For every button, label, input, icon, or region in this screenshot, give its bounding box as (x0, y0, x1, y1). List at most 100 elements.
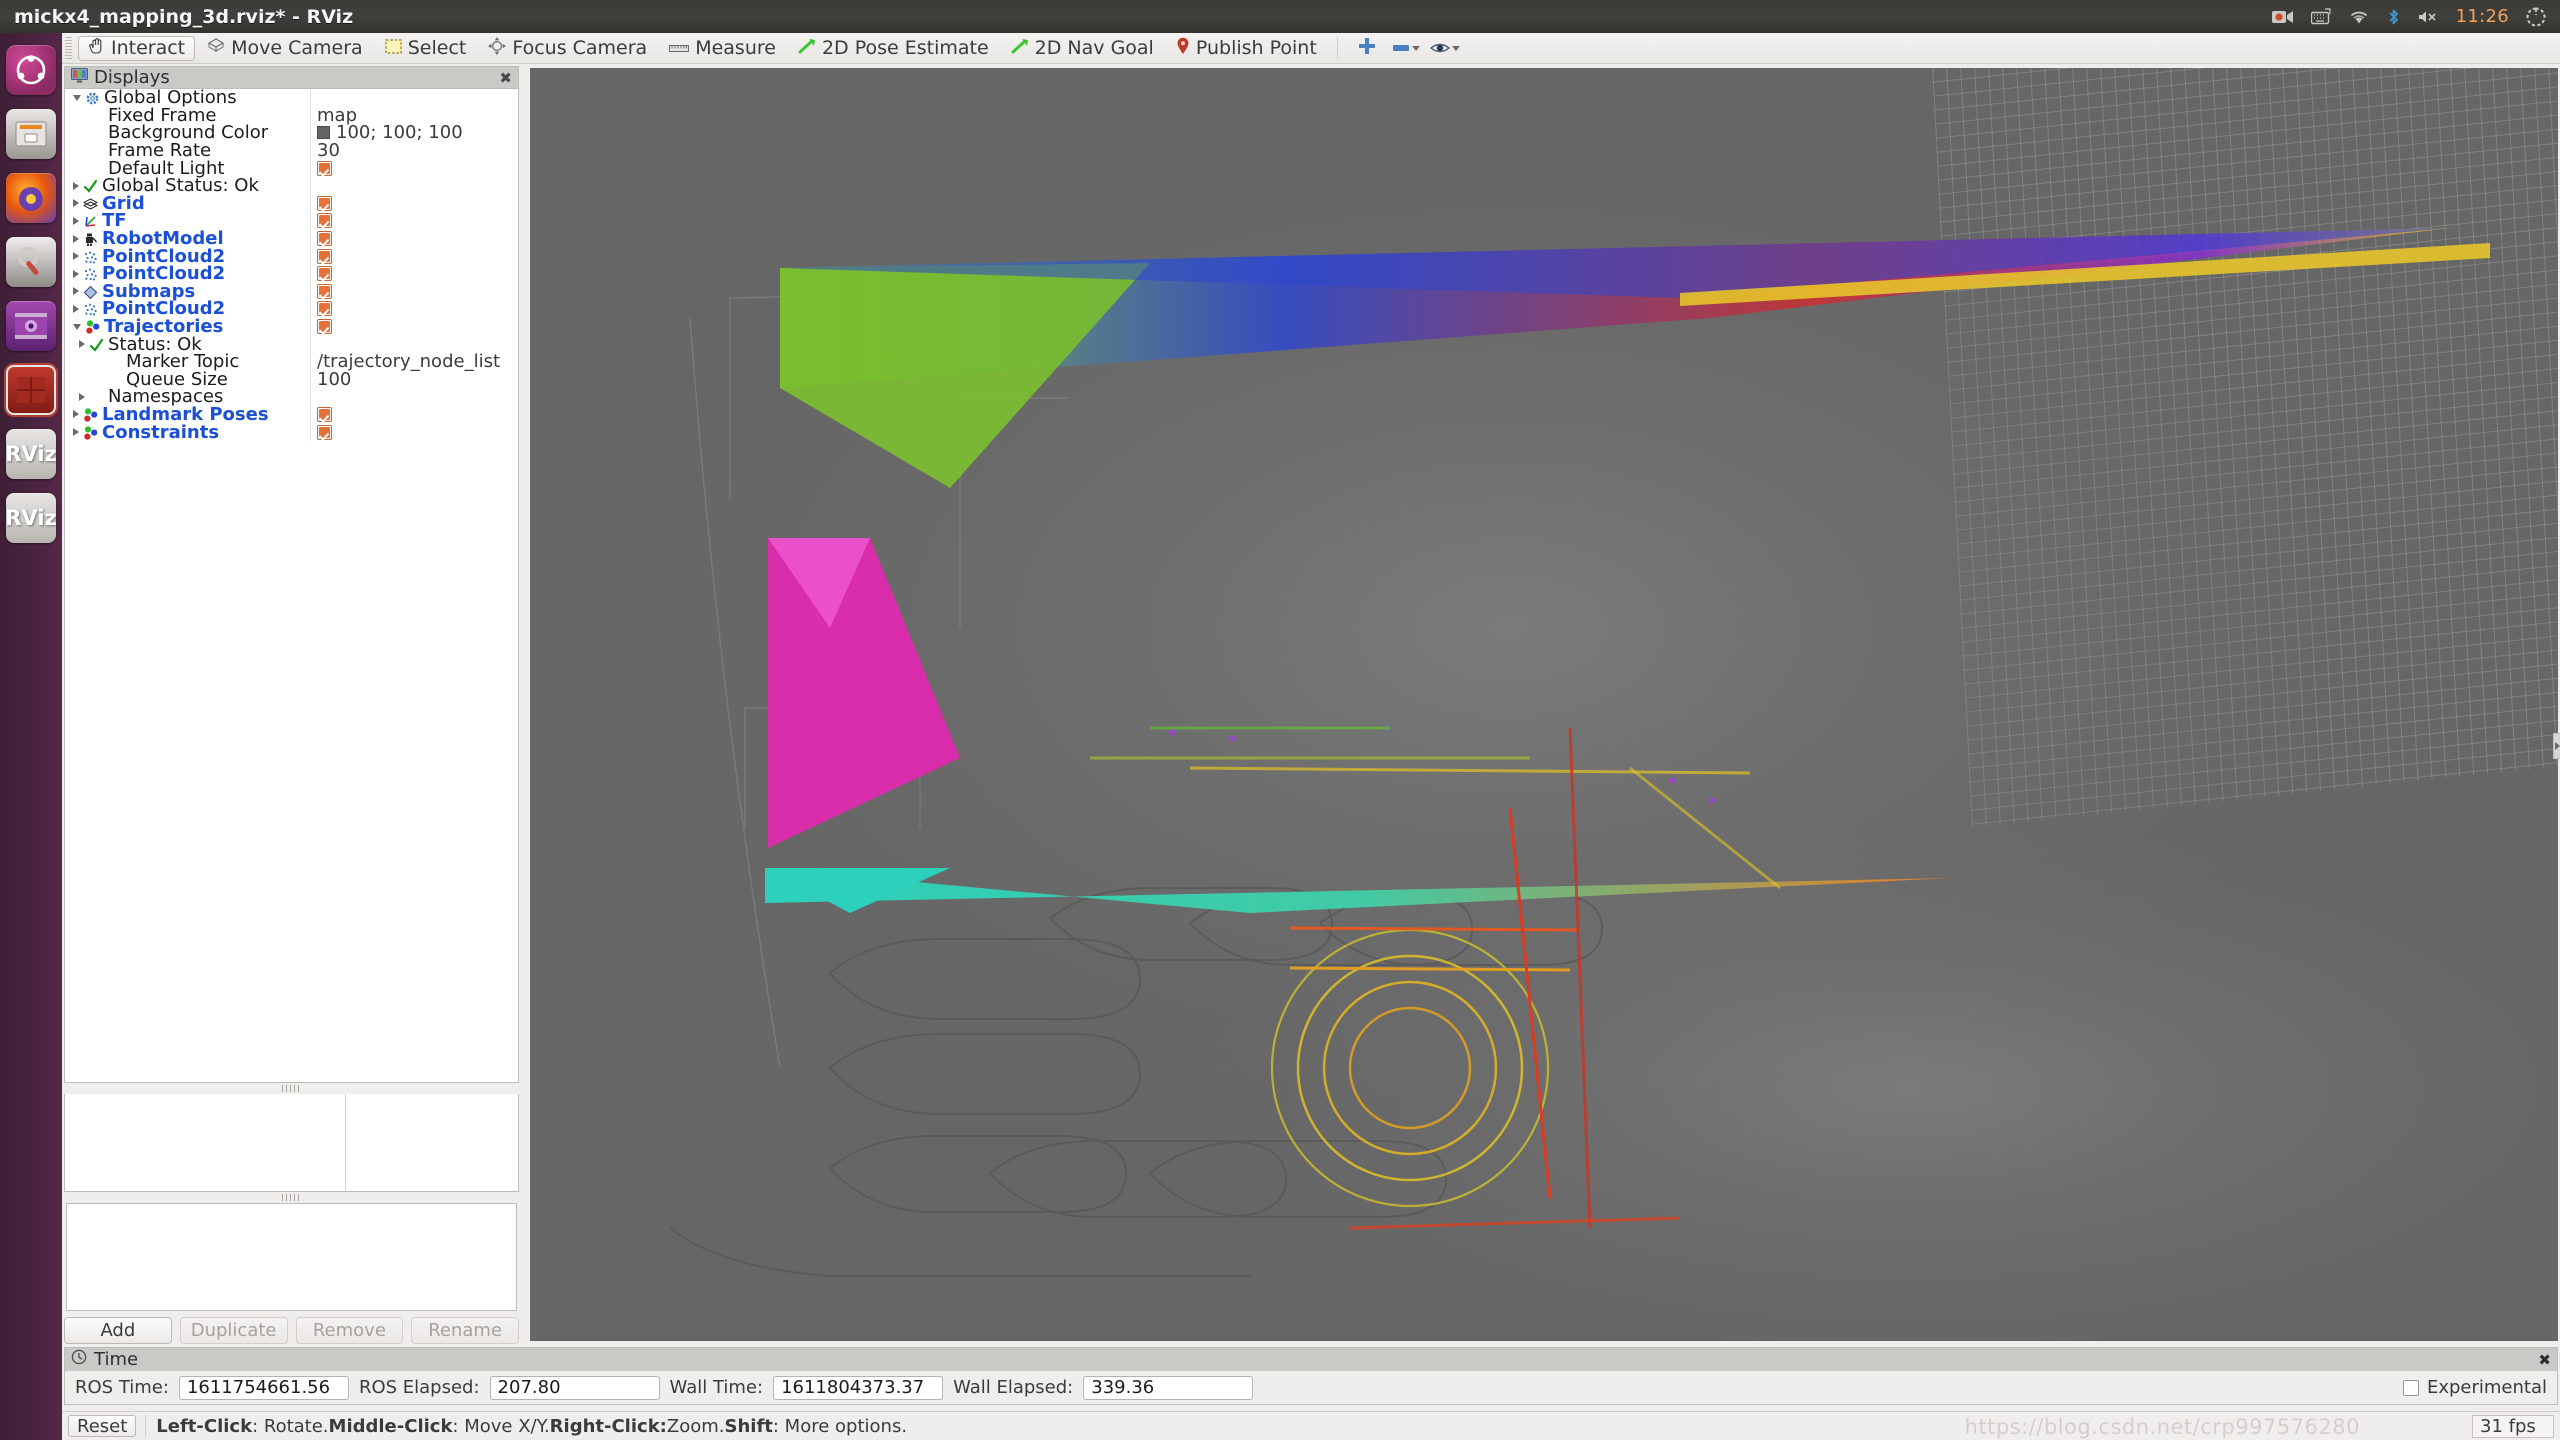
enabled-checkbox[interactable] (317, 319, 332, 335)
tree-row-value[interactable] (310, 405, 518, 424)
wall-time-field[interactable]: 1611804373.37 (773, 1375, 944, 1400)
tree-row-value[interactable] (310, 423, 518, 441)
enabled-checkbox[interactable] (317, 231, 332, 247)
visibility-eye-icon[interactable] (1426, 41, 1464, 55)
chevron-right-icon[interactable] (73, 287, 79, 296)
tree-row-value[interactable]: 30 (310, 140, 518, 161)
hint-part: : Move X/Y. (452, 1415, 550, 1437)
toolbar-drag-handle[interactable] (64, 37, 73, 59)
tool-2d-pose-estimate[interactable]: 2D Pose Estimate (788, 36, 999, 61)
ros-time-field[interactable]: 1611754661.56 (178, 1375, 349, 1400)
displays-tree[interactable]: Global Options Fixed Frame map Background C… (64, 88, 519, 1083)
enabled-checkbox[interactable] (317, 248, 332, 264)
tree-row-label: Constraints (102, 421, 220, 443)
viewport-right-collapse-handle[interactable] (2553, 733, 2560, 759)
wifi-icon[interactable] (2348, 9, 2370, 25)
tree-row-value[interactable] (310, 247, 518, 265)
enabled-checkbox[interactable] (317, 406, 332, 422)
hand-cursor-icon (88, 37, 105, 59)
screen-record-icon[interactable] (2271, 9, 2294, 25)
duplicate-button[interactable]: Duplicate (179, 1317, 288, 1344)
chevron-right-icon[interactable] (73, 269, 79, 278)
time-panel: Time ✖ ROS Time: 1611754661.56 ROS Elaps… (64, 1347, 2558, 1407)
chevron-right-icon[interactable] (73, 410, 79, 419)
enabled-checkbox[interactable] (317, 195, 332, 211)
launcher-item-rviz-1[interactable]: RViz (6, 429, 56, 479)
launcher-item-files[interactable] (6, 109, 56, 159)
experimental-checkbox[interactable] (2402, 1379, 2419, 1396)
chevron-right-icon[interactable] (73, 199, 79, 208)
tool-interact[interactable]: Interact (78, 35, 196, 61)
tree-row-value[interactable] (310, 194, 518, 213)
enabled-checkbox[interactable] (317, 301, 332, 317)
enabled-checkbox[interactable] (317, 283, 332, 299)
tf-axes-icon (83, 213, 98, 228)
launcher-item-settings[interactable] (6, 237, 56, 287)
launcher-item-rviz-2[interactable]: RViz (6, 493, 56, 543)
chevron-right-icon[interactable] (73, 216, 79, 225)
tool-move-camera[interactable]: Move Camera (197, 36, 373, 61)
chevron-right-icon[interactable] (79, 340, 85, 349)
ros-elapsed-field[interactable]: 207.80 (489, 1375, 660, 1400)
tree-row-value[interactable] (310, 229, 518, 248)
remove-tool-icon[interactable] (1388, 43, 1424, 53)
chevron-right-icon[interactable] (73, 304, 79, 313)
tree-row-value[interactable] (310, 264, 518, 283)
tree-row-value[interactable] (310, 282, 518, 301)
3d-render-viewport[interactable] (530, 68, 2558, 1341)
close-icon[interactable]: ✖ (499, 69, 512, 87)
tool-2d-nav-goal[interactable]: 2D Nav Goal (1001, 36, 1164, 61)
add-button[interactable]: Add (64, 1317, 172, 1344)
tool-publish-point[interactable]: Publish Point (1166, 36, 1327, 61)
chevron-down-icon[interactable] (73, 94, 81, 101)
chevron-right-icon[interactable] (73, 252, 79, 261)
chevron-down-icon[interactable] (1451, 45, 1460, 51)
rename-button[interactable]: Rename (411, 1317, 519, 1344)
remove-button[interactable]: Remove (295, 1317, 404, 1344)
chevron-right-icon[interactable] (73, 428, 79, 437)
chevron-down-icon[interactable] (1411, 45, 1420, 51)
tree-row-value[interactable] (310, 300, 518, 318)
launcher-item-terminator[interactable] (6, 365, 56, 415)
launcher-item-firefox[interactable] (6, 173, 56, 223)
experimental-toggle[interactable]: Experimental (2402, 1377, 2547, 1398)
ruler-icon (669, 37, 690, 59)
enabled-checkbox[interactable] (317, 160, 332, 176)
tree-row-value[interactable] (310, 212, 518, 230)
enabled-checkbox[interactable] (317, 213, 332, 229)
tree-row-value[interactable]: 100 (310, 369, 518, 390)
enabled-checkbox[interactable] (317, 266, 332, 282)
color-swatch[interactable] (317, 126, 330, 140)
volume-muted-icon[interactable] (2417, 9, 2439, 25)
chevron-right-icon[interactable] (73, 234, 79, 243)
tree-row-value[interactable] (310, 159, 518, 177)
clock[interactable]: 11:26 (2456, 6, 2509, 27)
desc-splitter[interactable] (64, 1192, 519, 1203)
launcher-item-ubuntu-dash[interactable] (6, 45, 56, 95)
chevron-down-icon[interactable] (73, 323, 81, 330)
tree-row[interactable]: Constraints (65, 421, 518, 443)
tree-row-value[interactable] (310, 317, 518, 336)
launcher-item-media-player[interactable] (6, 301, 56, 351)
display-monitor-icon (71, 67, 88, 88)
tool-measure[interactable]: Measure (659, 36, 786, 61)
add-tool-icon[interactable] (1348, 37, 1386, 60)
chevron-right-icon[interactable] (73, 181, 79, 190)
tool-select[interactable]: Select (375, 36, 477, 61)
wall-elapsed-field[interactable]: 339.36 (1083, 1375, 1254, 1400)
tree-splitter[interactable] (64, 1083, 519, 1094)
power-gear-icon[interactable] (2526, 6, 2546, 27)
keyboard-layout-icon[interactable] (2310, 8, 2331, 25)
tool-measure-label: Measure (695, 37, 776, 59)
displays-panel-header: Displays ✖ (64, 66, 519, 88)
grid-icon (82, 196, 99, 211)
hint-part: Shift (724, 1415, 773, 1437)
close-icon[interactable]: ✖ (2538, 1351, 2551, 1369)
reset-button[interactable]: Reset (68, 1415, 137, 1437)
bluetooth-icon[interactable] (2387, 8, 2400, 26)
chevron-right-icon[interactable] (79, 392, 85, 401)
tree-row-value[interactable]: 100; 100; 100 (310, 122, 518, 143)
tool-focus-camera[interactable]: Focus Camera (478, 36, 657, 61)
enabled-checkbox[interactable] (317, 424, 332, 440)
displays-panel: Displays ✖ Global Options Fixed Frame map B… (64, 66, 519, 1311)
